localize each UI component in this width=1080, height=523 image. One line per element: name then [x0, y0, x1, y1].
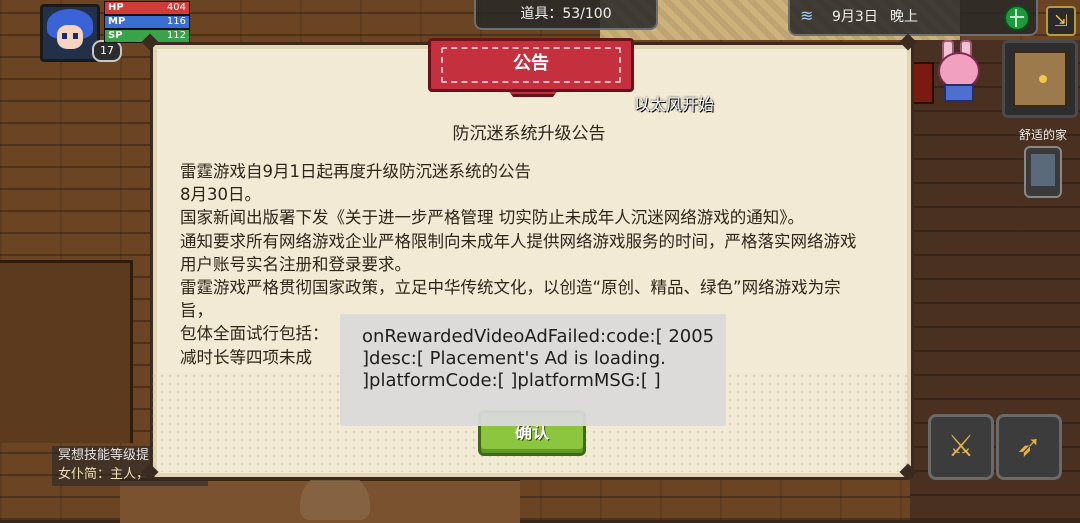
portrait-eye	[62, 33, 67, 39]
announcement-paragraph: 8月30日。	[180, 185, 261, 205]
inventory-counter[interactable]: 道具：53/100	[474, 0, 658, 30]
portrait-eye	[73, 33, 78, 39]
wave-icon: ≋	[800, 6, 814, 25]
announcement-paragraph: 通知要求所有网络游戏企业严格限制向未成年人提供网络游戏服务的时间，严格落实网络游…	[180, 231, 857, 274]
npc-body	[944, 84, 974, 102]
phone-button[interactable]	[1024, 146, 1062, 198]
ad-error-toast: onRewardedVideoAdFailed:code:[ 2005 ]des…	[340, 314, 726, 426]
player-level-badge: 17	[92, 40, 122, 62]
date-time-panel: ≋ 9月3日 晚上	[788, 0, 1038, 36]
bow-skill-button[interactable]: ➶	[996, 414, 1062, 480]
hp-value: 404	[166, 2, 186, 13]
minimap[interactable]	[1002, 40, 1078, 118]
bow-skill-icon: ➶	[1016, 429, 1042, 464]
date-text: 9月3日	[832, 9, 878, 25]
sword-skill-icon: ⚔	[947, 429, 975, 464]
sword-skill-button[interactable]: ⚔	[928, 414, 994, 480]
sp-label: SP	[108, 30, 123, 41]
mp-bar: MP 116	[104, 15, 190, 29]
exit-button[interactable]: ⇲	[1046, 6, 1076, 36]
player-position-dot	[1039, 75, 1047, 83]
dialog-header-title: 公告	[513, 53, 549, 74]
announcement-title: 防沉迷系统升级公告	[452, 124, 606, 144]
exit-icon: ⇲	[1054, 11, 1068, 30]
scrolling-notice: 以太风开始	[634, 95, 715, 114]
portrait-face	[57, 25, 83, 49]
location-label: 舒适的家	[1018, 128, 1067, 142]
globe-icon[interactable]	[1004, 5, 1030, 31]
mp-value: 116	[166, 16, 186, 27]
time-of-day-text: 晚上	[890, 9, 918, 25]
mp-label: MP	[108, 16, 126, 27]
player-portrait[interactable]	[40, 4, 100, 62]
hp-bar: HP 404	[104, 1, 190, 15]
wall-section	[0, 260, 133, 443]
hp-label: HP	[108, 2, 124, 13]
npc-maid[interactable]	[932, 40, 980, 102]
announcement-paragraph: 国家新闻出版署下发《关于进一步严格管理 切实防止未成年人沉迷网络游戏的通知》。	[180, 208, 804, 228]
sp-value: 112	[166, 30, 186, 41]
announcement-paragraph: 雷霆游戏自9月1日起再度升级防沉迷系统的公告	[180, 162, 531, 181]
